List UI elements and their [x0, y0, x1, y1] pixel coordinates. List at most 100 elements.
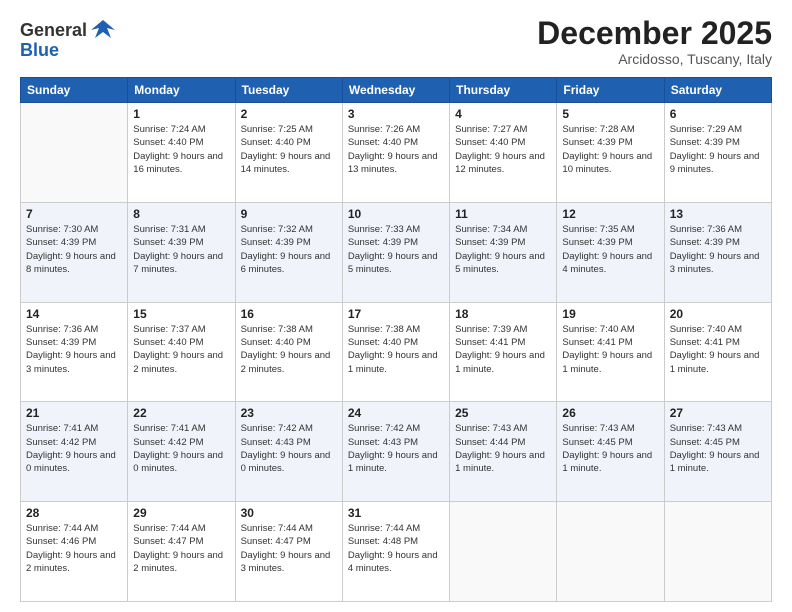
day-info: Sunrise: 7:43 AMSunset: 4:45 PMDaylight:… [670, 422, 766, 475]
calendar-cell: 1 Sunrise: 7:24 AMSunset: 4:40 PMDaylight… [128, 103, 235, 203]
calendar-cell: 31Sunrise: 7:44 AMSunset: 4:48 PMDayligh… [342, 502, 449, 602]
calendar-cell: 13Sunrise: 7:36 AMSunset: 4:39 PMDayligh… [664, 202, 771, 302]
day-number: 14 [26, 307, 122, 321]
day-info: Sunrise: 7:37 AMSunset: 4:40 PMDaylight:… [133, 323, 229, 376]
day-number: 25 [455, 406, 551, 420]
day-info: Sunrise: 7:42 AMSunset: 4:43 PMDaylight:… [348, 422, 444, 475]
day-info: Sunrise: 7:36 AMSunset: 4:39 PMDaylight:… [26, 323, 122, 376]
calendar-cell: 5 Sunrise: 7:28 AMSunset: 4:39 PMDaylight… [557, 103, 664, 203]
calendar-cell: 17 Sunrise: 7:38 AMSunset: 4:40 PMDayligh… [342, 302, 449, 402]
day-number: 7 [26, 207, 122, 221]
day-number: 3 [348, 107, 444, 121]
calendar-cell: 12Sunrise: 7:35 AMSunset: 4:39 PMDayligh… [557, 202, 664, 302]
day-number: 17 [348, 307, 444, 321]
weekday-header-monday: Monday [128, 78, 235, 103]
calendar-week-row: 21 Sunrise: 7:41 AMSunset: 4:42 PMDayligh… [21, 402, 772, 502]
day-number: 4 [455, 107, 551, 121]
calendar-cell: 6Sunrise: 7:29 AMSunset: 4:39 PMDaylight… [664, 103, 771, 203]
weekday-header-sunday: Sunday [21, 78, 128, 103]
day-info: Sunrise: 7:34 AMSunset: 4:39 PMDaylight:… [455, 223, 551, 276]
calendar-cell [21, 103, 128, 203]
day-info: Sunrise: 7:24 AMSunset: 4:40 PMDaylight:… [133, 123, 229, 176]
calendar-cell: 23 Sunrise: 7:42 AMSunset: 4:43 PMDayligh… [235, 402, 342, 502]
day-info: Sunrise: 7:41 AMSunset: 4:42 PMDaylight:… [26, 422, 122, 475]
calendar-cell: 20Sunrise: 7:40 AMSunset: 4:41 PMDayligh… [664, 302, 771, 402]
calendar-cell: 19 Sunrise: 7:40 AMSunset: 4:41 PMDayligh… [557, 302, 664, 402]
weekday-header-wednesday: Wednesday [342, 78, 449, 103]
calendar-cell: 15 Sunrise: 7:37 AMSunset: 4:40 PMDayligh… [128, 302, 235, 402]
day-info: Sunrise: 7:25 AMSunset: 4:40 PMDaylight:… [241, 123, 337, 176]
calendar-cell: 14 Sunrise: 7:36 AMSunset: 4:39 PMDayligh… [21, 302, 128, 402]
day-info: Sunrise: 7:43 AMSunset: 4:44 PMDaylight:… [455, 422, 551, 475]
day-number: 31 [348, 506, 444, 520]
calendar-cell: 29Sunrise: 7:44 AMSunset: 4:47 PMDayligh… [128, 502, 235, 602]
day-number: 30 [241, 506, 337, 520]
day-number: 27 [670, 406, 766, 420]
calendar-cell: 9 Sunrise: 7:32 AMSunset: 4:39 PMDaylight… [235, 202, 342, 302]
calendar-cell: 18 Sunrise: 7:39 AMSunset: 4:41 PMDayligh… [450, 302, 557, 402]
day-info: Sunrise: 7:40 AMSunset: 4:41 PMDaylight:… [562, 323, 658, 376]
day-info: Sunrise: 7:32 AMSunset: 4:39 PMDaylight:… [241, 223, 337, 276]
title-block: December 2025 Arcidosso, Tuscany, Italy [537, 16, 772, 67]
day-info: Sunrise: 7:31 AMSunset: 4:39 PMDaylight:… [133, 223, 229, 276]
day-info: Sunrise: 7:29 AMSunset: 4:39 PMDaylight:… [670, 123, 766, 176]
day-number: 9 [241, 207, 337, 221]
calendar-cell: 10Sunrise: 7:33 AMSunset: 4:39 PMDayligh… [342, 202, 449, 302]
month-title: December 2025 [537, 16, 772, 51]
day-info: Sunrise: 7:42 AMSunset: 4:43 PMDaylight:… [241, 422, 337, 475]
calendar-page: General Blue December 2025 Arcidosso, Tu… [0, 0, 792, 612]
day-info: Sunrise: 7:40 AMSunset: 4:41 PMDaylight:… [670, 323, 766, 376]
logo-bird-icon [89, 16, 117, 44]
calendar-cell: 25 Sunrise: 7:43 AMSunset: 4:44 PMDayligh… [450, 402, 557, 502]
calendar-table: SundayMondayTuesdayWednesdayThursdayFrid… [20, 77, 772, 602]
day-info: Sunrise: 7:39 AMSunset: 4:41 PMDaylight:… [455, 323, 551, 376]
day-info: Sunrise: 7:30 AMSunset: 4:39 PMDaylight:… [26, 223, 122, 276]
calendar-week-row: 14 Sunrise: 7:36 AMSunset: 4:39 PMDayligh… [21, 302, 772, 402]
weekday-header-saturday: Saturday [664, 78, 771, 103]
day-number: 19 [562, 307, 658, 321]
calendar-week-row: 1 Sunrise: 7:24 AMSunset: 4:40 PMDaylight… [21, 103, 772, 203]
calendar-cell: 8 Sunrise: 7:31 AMSunset: 4:39 PMDaylight… [128, 202, 235, 302]
logo-general: General [20, 20, 87, 41]
weekday-header-tuesday: Tuesday [235, 78, 342, 103]
day-info: Sunrise: 7:33 AMSunset: 4:39 PMDaylight:… [348, 223, 444, 276]
day-number: 21 [26, 406, 122, 420]
calendar-cell: 24 Sunrise: 7:42 AMSunset: 4:43 PMDayligh… [342, 402, 449, 502]
calendar-cell [664, 502, 771, 602]
calendar-cell: 21 Sunrise: 7:41 AMSunset: 4:42 PMDayligh… [21, 402, 128, 502]
calendar-cell: 26Sunrise: 7:43 AMSunset: 4:45 PMDayligh… [557, 402, 664, 502]
day-info: Sunrise: 7:44 AMSunset: 4:46 PMDaylight:… [26, 522, 122, 575]
day-number: 11 [455, 207, 551, 221]
day-number: 22 [133, 406, 229, 420]
weekday-header-row: SundayMondayTuesdayWednesdayThursdayFrid… [21, 78, 772, 103]
weekday-header-thursday: Thursday [450, 78, 557, 103]
day-info: Sunrise: 7:36 AMSunset: 4:39 PMDaylight:… [670, 223, 766, 276]
day-number: 12 [562, 207, 658, 221]
day-number: 2 [241, 107, 337, 121]
day-info: Sunrise: 7:44 AMSunset: 4:47 PMDaylight:… [133, 522, 229, 575]
day-number: 26 [562, 406, 658, 420]
day-info: Sunrise: 7:38 AMSunset: 4:40 PMDaylight:… [241, 323, 337, 376]
day-info: Sunrise: 7:44 AMSunset: 4:47 PMDaylight:… [241, 522, 337, 575]
day-info: Sunrise: 7:28 AMSunset: 4:39 PMDaylight:… [562, 123, 658, 176]
calendar-cell: 11 Sunrise: 7:34 AMSunset: 4:39 PMDayligh… [450, 202, 557, 302]
calendar-cell: 16 Sunrise: 7:38 AMSunset: 4:40 PMDayligh… [235, 302, 342, 402]
weekday-header-friday: Friday [557, 78, 664, 103]
day-number: 16 [241, 307, 337, 321]
day-info: Sunrise: 7:38 AMSunset: 4:40 PMDaylight:… [348, 323, 444, 376]
day-number: 24 [348, 406, 444, 420]
calendar-cell: 7 Sunrise: 7:30 AMSunset: 4:39 PMDaylight… [21, 202, 128, 302]
location-subtitle: Arcidosso, Tuscany, Italy [537, 51, 772, 67]
day-number: 18 [455, 307, 551, 321]
day-number: 1 [133, 107, 229, 121]
day-number: 23 [241, 406, 337, 420]
calendar-cell: 28Sunrise: 7:44 AMSunset: 4:46 PMDayligh… [21, 502, 128, 602]
calendar-cell [450, 502, 557, 602]
day-number: 15 [133, 307, 229, 321]
calendar-cell: 2 Sunrise: 7:25 AMSunset: 4:40 PMDaylight… [235, 103, 342, 203]
calendar-cell: 27 Sunrise: 7:43 AMSunset: 4:45 PMDayligh… [664, 402, 771, 502]
day-info: Sunrise: 7:26 AMSunset: 4:40 PMDaylight:… [348, 123, 444, 176]
calendar-cell: 30 Sunrise: 7:44 AMSunset: 4:47 PMDayligh… [235, 502, 342, 602]
day-number: 8 [133, 207, 229, 221]
day-number: 5 [562, 107, 658, 121]
